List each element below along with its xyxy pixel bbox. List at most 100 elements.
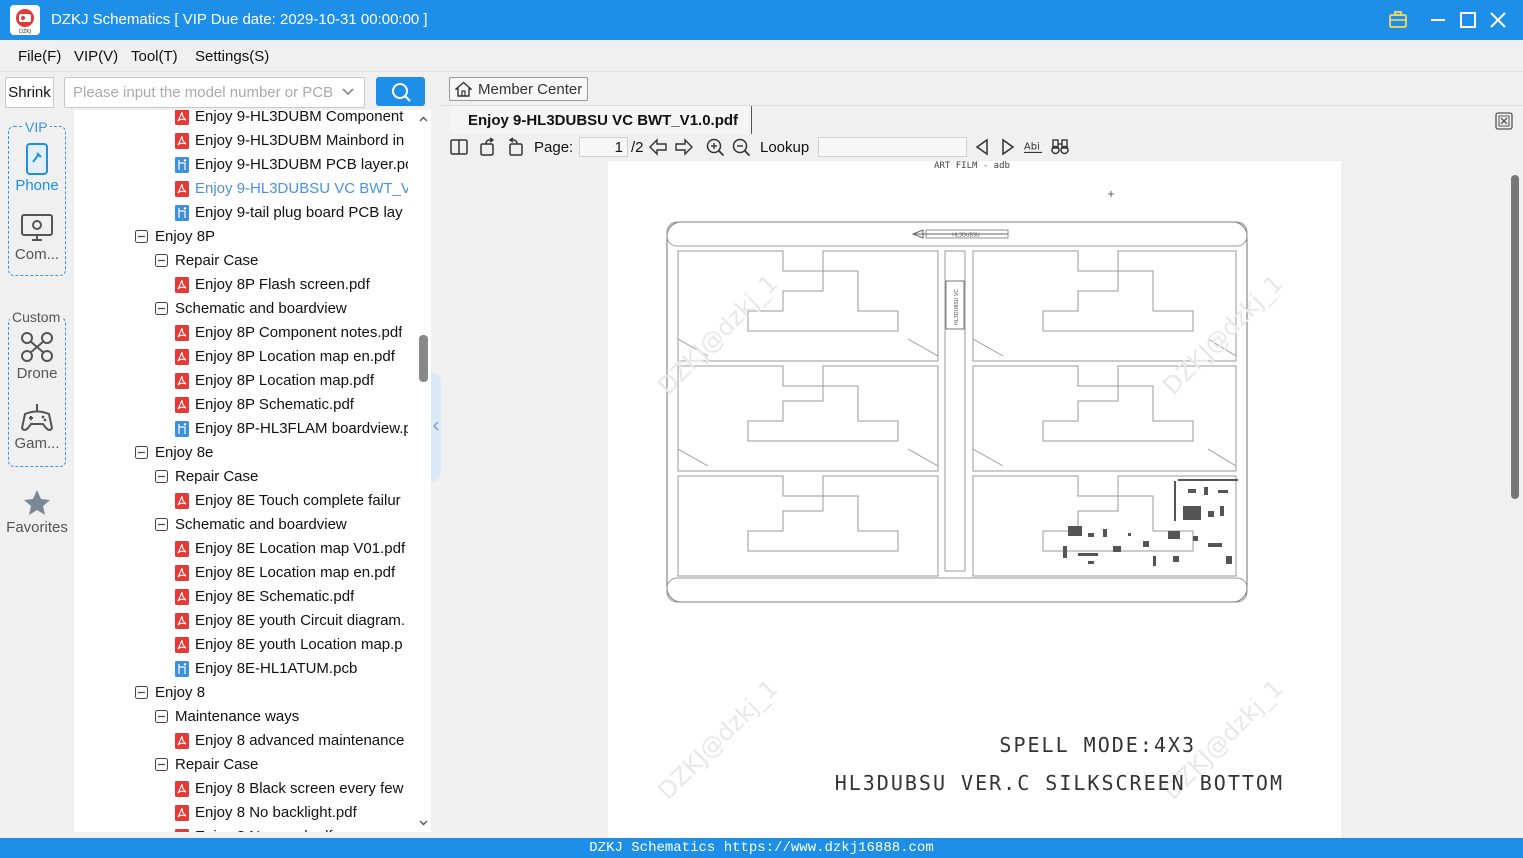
rotate-right-button[interactable]: [478, 137, 498, 157]
toggle-sidebar-button[interactable]: [449, 137, 469, 157]
minimize-button[interactable]: [1426, 8, 1450, 32]
rotate-right-icon: [480, 137, 495, 156]
menu-tool[interactable]: Tool(T): [131, 48, 178, 65]
match-case-button[interactable]: Abi: [1023, 137, 1045, 157]
tree-file-row[interactable]: Enjoy 8 No vocal.pdf: [74, 825, 414, 832]
lookup-input[interactable]: [818, 137, 967, 157]
tree-scrollbar[interactable]: [416, 110, 431, 832]
previous-page-button[interactable]: [648, 137, 668, 157]
collapse-toggle-icon[interactable]: [155, 302, 168, 315]
pdf-file-icon: [175, 325, 189, 341]
tree-file-row[interactable]: Enjoy 8P Location map.pdf: [74, 369, 414, 393]
tree-item-label: Enjoy 8 No backlight.pdf: [195, 804, 357, 821]
zoom-in-button[interactable]: [705, 137, 725, 157]
rail-item-computer[interactable]: Com...: [0, 213, 74, 263]
search-button[interactable]: [376, 77, 425, 106]
tree-file-row[interactable]: Enjoy 8P Schematic.pdf: [74, 393, 414, 417]
tree-file-row[interactable]: Enjoy 9-HL3DUBM PCB layer.pc: [74, 153, 414, 177]
panel-splitter[interactable]: [431, 72, 441, 832]
scroll-thumb[interactable]: [419, 335, 428, 382]
tree-file-row[interactable]: Enjoy 8P Location map en.pdf: [74, 345, 414, 369]
collapse-toggle-icon[interactable]: [155, 710, 168, 723]
close-document-icon[interactable]: [1495, 112, 1513, 130]
close-button[interactable]: [1486, 8, 1510, 32]
tree-folder-row[interactable]: Enjoy 8e: [74, 441, 414, 465]
tree-file-row[interactable]: Enjoy 9-HL3DUBSU VC BWT_V1.: [74, 177, 414, 201]
member-center-button[interactable]: Member Center: [449, 77, 588, 101]
tree-file-row[interactable]: Enjoy 8P Flash screen.pdf: [74, 273, 414, 297]
pdf-file-icon: [175, 349, 189, 365]
vertical-box-text: HL3DUBSU VC: [954, 289, 960, 325]
tree-file-row[interactable]: Enjoy 8E-HL1ATUM.pcb: [74, 657, 414, 681]
find-all-button[interactable]: [1050, 137, 1070, 157]
search-input[interactable]: [65, 78, 335, 107]
tree-item-label: Enjoy 8P: [155, 228, 216, 245]
svg-text:Abi: Abi: [1024, 142, 1040, 153]
rail-item-label: Com...: [14, 246, 60, 263]
tree-file-row[interactable]: Enjoy 8E Schematic.pdf: [74, 585, 414, 609]
collapse-toggle-icon[interactable]: [155, 758, 168, 771]
rail-item-phone[interactable]: Phone: [0, 142, 74, 194]
rotate-left-icon: [508, 137, 523, 156]
collapse-toggle-icon[interactable]: [155, 254, 168, 267]
tree-file-row[interactable]: Enjoy 9-HL3DUBM Component: [74, 110, 414, 129]
tree-folder-row[interactable]: Enjoy 8: [74, 681, 414, 705]
tree-file-row[interactable]: Enjoy 9-tail plug board PCB lay: [74, 201, 414, 225]
find-next-button[interactable]: [998, 137, 1018, 157]
shrink-button[interactable]: Shrink: [5, 77, 54, 108]
document-tab-label: Enjoy 9-HL3DUBSU VC BWT_V1.0.pdf: [468, 112, 739, 129]
next-page-button[interactable]: [674, 137, 694, 157]
tree-file-row[interactable]: Enjoy 8P Component notes.pdf: [74, 321, 414, 345]
chevron-down-icon[interactable]: [340, 84, 356, 100]
zoom-out-button[interactable]: [731, 137, 751, 157]
tree-folder-row[interactable]: Schematic and boardview: [74, 513, 414, 537]
tree-folder-row[interactable]: Repair Case: [74, 753, 414, 777]
briefcase-icon[interactable]: [1386, 8, 1410, 32]
tree-file-row[interactable]: Enjoy 8 advanced maintenance: [74, 729, 414, 753]
collapse-toggle-icon[interactable]: [135, 686, 148, 699]
tree-file-row[interactable]: Enjoy 9-HL3DUBM Mainbord in: [74, 129, 414, 153]
menu-file[interactable]: File(F): [18, 48, 61, 65]
rail-item-drone[interactable]: Drone: [0, 330, 74, 382]
menu-settings[interactable]: Settings(S): [195, 48, 269, 65]
scroll-down-icon[interactable]: [418, 817, 429, 828]
viewer-scroll-thumb[interactable]: [1511, 175, 1519, 499]
viewer-scrollbar[interactable]: [1508, 161, 1523, 838]
custom-group-label: Custom: [10, 309, 63, 325]
tree-folder-row[interactable]: Enjoy 8P: [74, 225, 414, 249]
maximize-button[interactable]: [1456, 8, 1480, 32]
pdf-file-icon: [175, 181, 189, 197]
rail-item-label: Gam...: [14, 435, 60, 452]
tree-file-row[interactable]: Enjoy 8 No backlight.pdf: [74, 801, 414, 825]
collapse-toggle-icon[interactable]: [155, 518, 168, 531]
collapse-toggle-icon[interactable]: [135, 230, 148, 243]
tree-folder-row[interactable]: Repair Case: [74, 465, 414, 489]
tree-file-row[interactable]: Enjoy 8 Black screen every few s: [74, 777, 414, 801]
tree-file-row[interactable]: Enjoy 8E youth Circuit diagram.: [74, 609, 414, 633]
rail-item-favorites[interactable]: Favorites: [0, 488, 74, 536]
tree-file-row[interactable]: Enjoy 8E Location map V01.pdf: [74, 537, 414, 561]
collapse-panel-handle[interactable]: [431, 372, 441, 482]
rail-item-game[interactable]: Gam...: [0, 402, 74, 452]
tree-file-row[interactable]: Enjoy 8P-HL3FLAM boardview.p: [74, 417, 414, 441]
pdf-viewer[interactable]: ART FILM - adb HL3DUBSU VC HL3DUBSU DZKJ…: [441, 161, 1523, 838]
menu-vip[interactable]: VIP(V): [74, 48, 118, 65]
tree-file-row[interactable]: Enjoy 8E Location map en.pdf: [74, 561, 414, 585]
tree-item-label: Enjoy 9-HL3DUBM Mainbord in: [195, 132, 405, 149]
document-tab[interactable]: Enjoy 9-HL3DUBSU VC BWT_V1.0.pdf: [451, 106, 752, 134]
page-number-input[interactable]: [579, 137, 628, 157]
model-search-combobox[interactable]: [64, 77, 365, 108]
collapse-toggle-icon[interactable]: [155, 470, 168, 483]
tree-file-row[interactable]: Enjoy 8E Touch complete failur: [74, 489, 414, 513]
rotate-left-button[interactable]: [505, 137, 525, 157]
pdf-file-icon: [175, 541, 189, 557]
tree-folder-row[interactable]: Maintenance ways: [74, 705, 414, 729]
svg-text:DZKJ: DZKJ: [19, 29, 31, 35]
arrow-right-icon: [675, 138, 693, 156]
tree-folder-row[interactable]: Schematic and boardview: [74, 297, 414, 321]
find-previous-button[interactable]: [972, 137, 992, 157]
scroll-up-icon[interactable]: [418, 114, 429, 125]
tree-folder-row[interactable]: Repair Case: [74, 249, 414, 273]
tree-file-row[interactable]: Enjoy 8E youth Location map.p: [74, 633, 414, 657]
collapse-toggle-icon[interactable]: [135, 446, 148, 459]
